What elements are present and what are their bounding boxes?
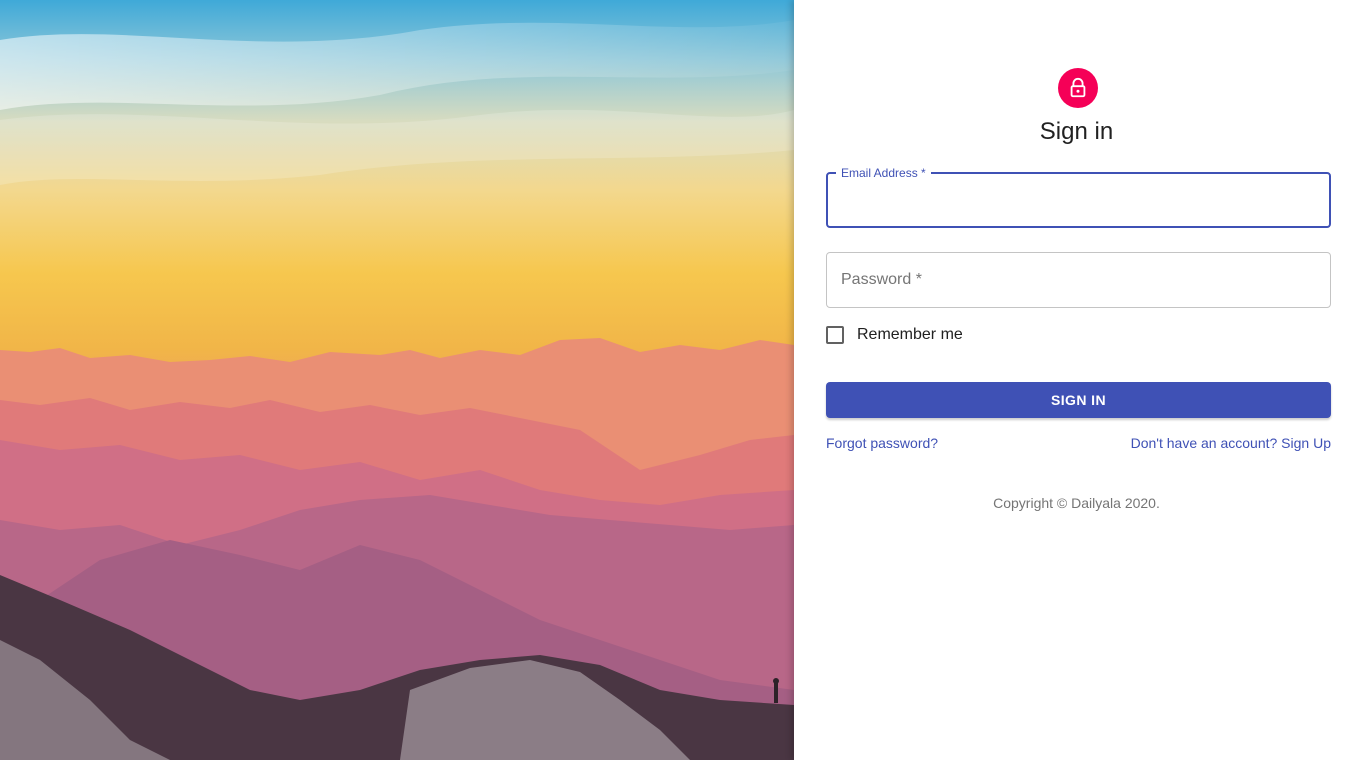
sign-in-page: Sign in Email Address * Password * Remem…: [0, 0, 1359, 760]
remember-me-control[interactable]: Remember me: [826, 326, 963, 344]
password-field[interactable]: Password *: [826, 252, 1331, 308]
remember-me-label: Remember me: [857, 326, 963, 343]
email-input[interactable]: [828, 174, 1329, 226]
mountain-sunset-photo: [0, 0, 794, 760]
forgot-password-link[interactable]: Forgot password?: [826, 435, 938, 451]
copyright-text: Copyright © Dailyala 2020.: [993, 495, 1160, 511]
lock-icon: [1070, 77, 1086, 98]
page-title: Sign in: [1039, 118, 1114, 145]
sign-up-link[interactable]: Don't have an account? Sign Up: [1131, 435, 1331, 451]
remember-me-checkbox[interactable]: [826, 326, 844, 344]
email-field[interactable]: Email Address *: [826, 165, 1331, 228]
sign-in-panel: Sign in Email Address * Password * Remem…: [794, 0, 1359, 760]
lock-avatar: [1058, 68, 1098, 108]
hero-image: [0, 0, 794, 760]
sign-in-button[interactable]: SIGN IN: [826, 382, 1331, 418]
password-input[interactable]: [827, 253, 1330, 307]
